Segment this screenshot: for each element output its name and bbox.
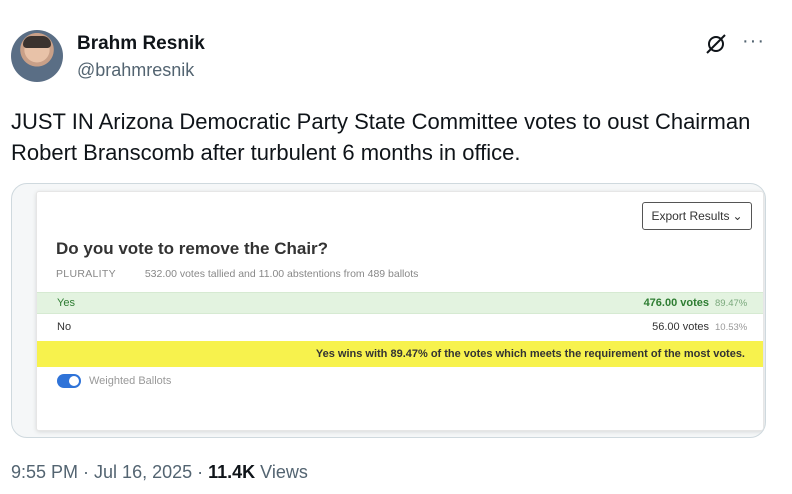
poll-results-card: Export Results ⌄ Do you vote to remove t…	[36, 191, 764, 431]
tweet-text: JUST IN Arizona Democratic Party State C…	[11, 109, 751, 165]
weighted-ballots-label: Weighted Ballots	[89, 375, 172, 387]
result-banner: Yes wins with 89.47% of the votes which …	[37, 341, 763, 367]
option-label: No	[57, 321, 72, 333]
poll-summary: 532.00 votes tallied and 11.00 abstentio…	[144, 268, 419, 280]
poll-meta: PLURALITY 532.00 votes tallied and 11.00…	[56, 268, 418, 280]
author-avatar[interactable]	[11, 30, 63, 82]
author-name[interactable]: Brahm Resnik	[77, 33, 205, 55]
option-votes: 56.00 votes	[652, 321, 709, 333]
export-results-label: Export Results	[651, 209, 730, 223]
option-label: Yes	[57, 297, 75, 309]
chevron-down-icon: ⌄	[732, 209, 743, 223]
option-percent: 10.53%	[715, 321, 748, 333]
option-votes: 476.00 votes	[643, 297, 709, 309]
tweet-date[interactable]: Jul 16, 2025	[94, 462, 192, 482]
more-dots-icon[interactable]: ···	[742, 30, 765, 53]
poll-option-no: No 56.00 votes 10.53%	[37, 316, 763, 338]
export-results-button[interactable]: Export Results ⌄	[642, 202, 752, 230]
tweet-footer: 9:55 PM · Jul 16, 2025 · 11.4K Views	[11, 462, 308, 483]
views-count[interactable]: 11.4K	[208, 462, 255, 482]
weighted-ballots-toggle[interactable]	[57, 374, 81, 388]
poll-question: Do you vote to remove the Chair?	[56, 239, 329, 258]
grok-slash-icon[interactable]	[704, 32, 728, 56]
author-handle[interactable]: @brahmresnik	[77, 60, 194, 81]
poll-option-yes: Yes 476.00 votes 89.47%	[37, 292, 763, 314]
separator: ·	[192, 462, 209, 482]
option-percent: 89.47%	[715, 297, 748, 309]
tweet-media[interactable]: Export Results ⌄ Do you vote to remove t…	[11, 183, 766, 438]
views-label: Views	[255, 462, 308, 482]
separator: ·	[78, 462, 95, 482]
poll-method: PLURALITY	[56, 268, 116, 280]
tweet-time[interactable]: 9:55 PM	[11, 462, 78, 482]
